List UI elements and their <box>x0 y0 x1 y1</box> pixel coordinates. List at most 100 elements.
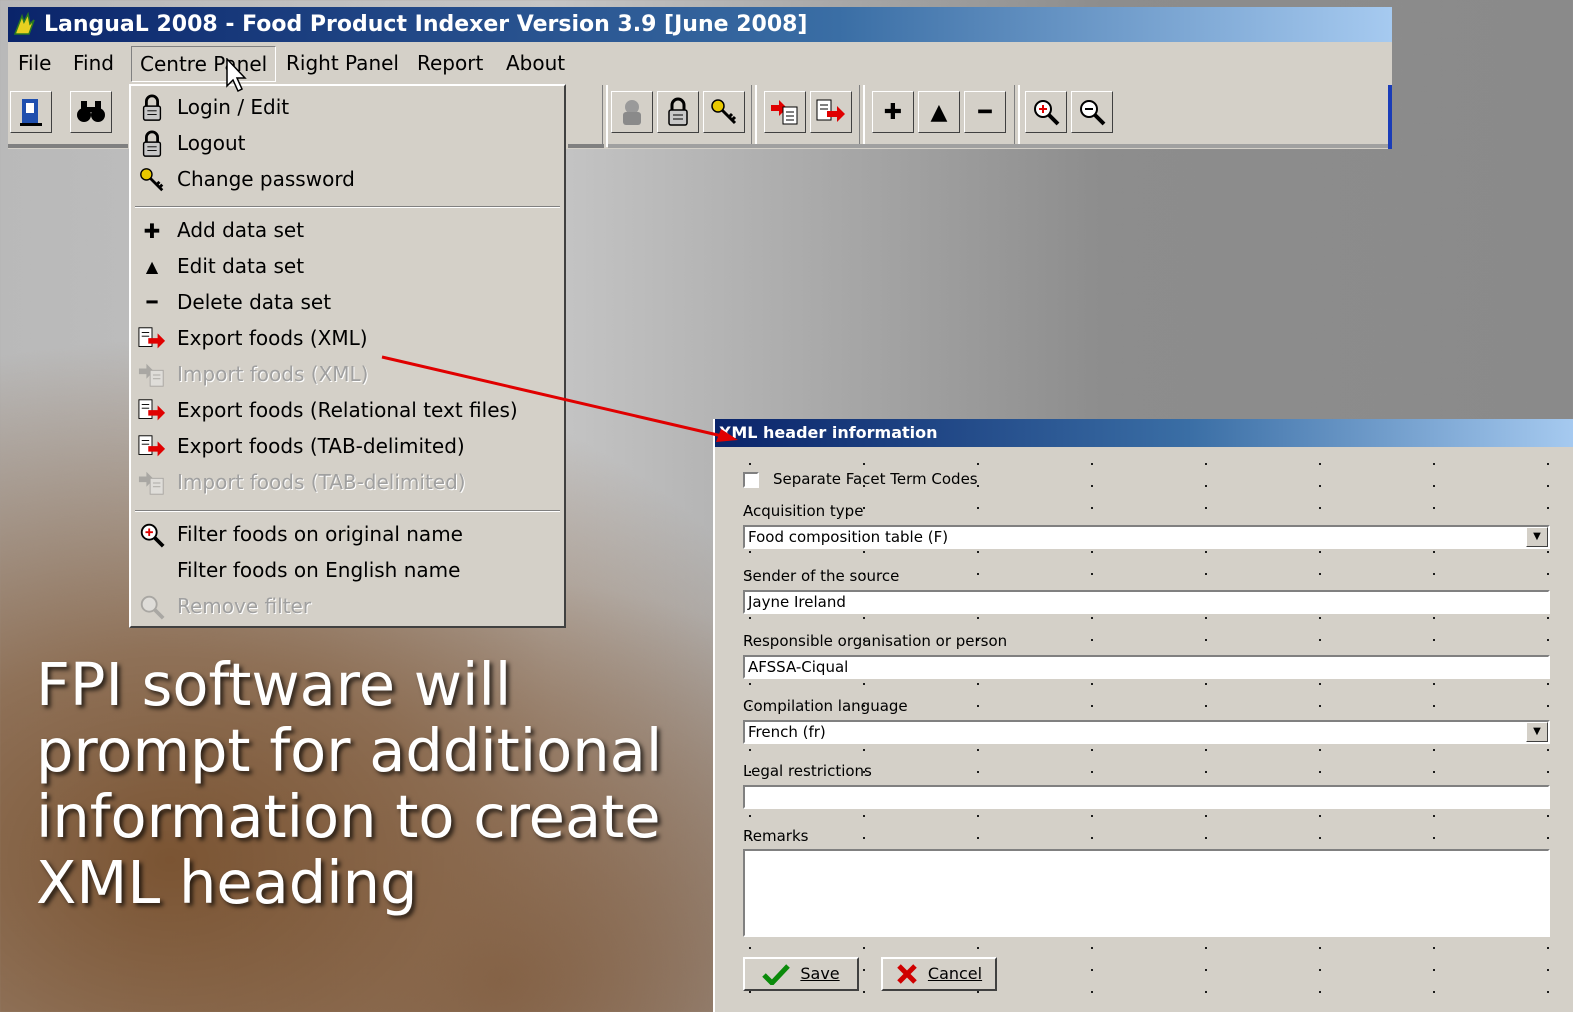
window-title: LanguaL 2008 - Food Product Indexer Vers… <box>44 12 808 37</box>
exit-button[interactable] <box>10 91 52 133</box>
toolbar-separator <box>602 85 608 147</box>
zoom-in-icon <box>1034 100 1060 126</box>
panel-splitter[interactable] <box>608 144 1388 148</box>
separate-codes-label: Separate Facet Term Codes <box>773 470 978 488</box>
export-icon <box>137 433 167 461</box>
import-button[interactable] <box>764 91 806 133</box>
separate-codes-checkbox[interactable] <box>743 472 759 488</box>
menu-import-xml[interactable]: Import foods (XML) <box>131 357 564 391</box>
zoom-in-button[interactable] <box>1025 91 1067 133</box>
menu-item-label: Import foods (XML) <box>177 362 369 386</box>
responsible-input[interactable]: AFSSA-Ciqual <box>743 655 1550 679</box>
save-button[interactable]: Save <box>743 957 859 991</box>
menu-item-label: Filter foods on original name <box>177 522 463 546</box>
zoom-out-icon <box>1080 100 1106 126</box>
save-label: Save <box>800 964 840 983</box>
language-select[interactable]: French (fr) ▼ <box>743 720 1550 744</box>
panel-edge <box>1388 85 1392 149</box>
exit-icon <box>20 99 42 126</box>
menu-add-data-set[interactable]: ✚ Add data set <box>131 213 564 247</box>
menu-import-tab[interactable]: Import foods (TAB-delimited) <box>131 465 564 499</box>
language-label: Compilation language <box>743 697 908 715</box>
sender-input[interactable]: Jayne Ireland <box>743 590 1550 614</box>
zoom-out-button[interactable] <box>1071 91 1113 133</box>
export-icon <box>816 99 845 122</box>
toolbar-separator <box>751 85 757 147</box>
menu-separator <box>135 510 560 512</box>
menu-edit-data-set[interactable]: ▲ Edit data set <box>131 249 564 283</box>
lock-icon <box>137 130 167 158</box>
cancel-button[interactable]: Cancel <box>881 957 997 991</box>
menu-find[interactable]: Find <box>65 46 122 80</box>
up-triangle-icon: ▲ <box>930 99 948 125</box>
key-icon <box>137 166 167 194</box>
lock-button[interactable] <box>657 91 699 133</box>
menu-item-label: Filter foods on English name <box>177 558 461 582</box>
checkmark-icon <box>762 964 791 985</box>
menu-delete-data-set[interactable]: ━ Delete data set <box>131 285 564 319</box>
user-lock-button[interactable] <box>611 91 653 133</box>
key-button[interactable] <box>703 91 745 133</box>
menu-item-label: Edit data set <box>177 254 305 278</box>
close-icon <box>897 964 917 984</box>
menu-logout[interactable]: Logout <box>131 126 564 160</box>
menu-item-label: Export foods (TAB-delimited) <box>177 434 465 458</box>
menu-remove-filter[interactable]: Remove filter <box>131 589 564 623</box>
menu-centre-panel[interactable]: Centre Panel <box>131 46 277 82</box>
menu-item-label: Export foods (Relational text files) <box>177 398 518 422</box>
find-button[interactable] <box>70 91 112 133</box>
title-bar: LanguaL 2008 - Food Product Indexer Vers… <box>8 7 1392 42</box>
app-logo-icon <box>13 12 35 35</box>
panel-splitter[interactable] <box>568 144 604 148</box>
menu-item-label: Import foods (TAB-delimited) <box>177 470 466 494</box>
toolbar-separator <box>859 85 865 147</box>
minus-icon: ━ <box>978 99 992 125</box>
edit-button[interactable]: ▲ <box>918 91 960 133</box>
export-button[interactable] <box>810 91 852 133</box>
responsible-label: Responsible organisation or person <box>743 632 1008 650</box>
menu-item-label: Delete data set <box>177 290 332 314</box>
remarks-label: Remarks <box>743 827 809 845</box>
menu-item-label: Change password <box>177 167 355 191</box>
lock-icon <box>668 97 688 126</box>
remarks-textarea[interactable] <box>743 849 1550 937</box>
chevron-down-icon[interactable]: ▼ <box>1526 722 1548 742</box>
menu-item-label: Add data set <box>177 218 305 242</box>
menu-change-password[interactable]: Change password <box>131 162 564 196</box>
binoculars-icon <box>77 101 105 122</box>
menu-export-xml[interactable]: Export foods (XML) <box>131 321 564 355</box>
zoom-in-icon <box>137 521 167 549</box>
menu-export-relational[interactable]: Export foods (Relational text files) <box>131 393 564 427</box>
key-icon <box>711 99 737 125</box>
import-icon <box>771 100 798 125</box>
menu-right-panel[interactable]: Right Panel <box>278 46 407 80</box>
plus-icon: ✚ <box>883 99 903 125</box>
menu-export-tab[interactable]: Export foods (TAB-delimited) <box>131 429 564 463</box>
up-triangle-icon: ▲ <box>145 257 159 276</box>
menu-filter-english[interactable]: Filter foods on English name <box>131 553 564 587</box>
zoom-icon <box>137 593 167 621</box>
menu-report[interactable]: Report <box>409 46 491 80</box>
acquisition-select[interactable]: Food composition table (F) ▼ <box>743 525 1550 549</box>
export-icon <box>137 397 167 425</box>
legal-label: Legal restrictions <box>743 762 872 780</box>
delete-button[interactable]: ━ <box>964 91 1006 133</box>
chevron-down-icon[interactable]: ▼ <box>1526 527 1548 547</box>
panel-splitter[interactable] <box>8 144 128 148</box>
menu-login-edit[interactable]: Login / Edit <box>131 90 564 124</box>
sender-label: Sender of the source <box>743 567 900 585</box>
menu-separator <box>135 206 560 208</box>
menu-item-label: Export foods (XML) <box>177 326 368 350</box>
user-lock-icon <box>623 100 641 125</box>
menu-filter-original[interactable]: Filter foods on original name <box>131 517 564 551</box>
menu-about[interactable]: About <box>498 46 573 80</box>
menu-file[interactable]: File <box>10 46 59 80</box>
add-button[interactable]: ✚ <box>872 91 914 133</box>
menu-item-label: Logout <box>177 131 246 155</box>
plus-icon: ✚ <box>143 219 161 243</box>
menu-item-label: Login / Edit <box>177 95 290 119</box>
legal-input[interactable] <box>743 785 1550 809</box>
import-icon <box>137 469 167 497</box>
minus-icon: ━ <box>146 292 158 313</box>
slide-caption: FPI software will prompt for additional … <box>36 650 663 917</box>
